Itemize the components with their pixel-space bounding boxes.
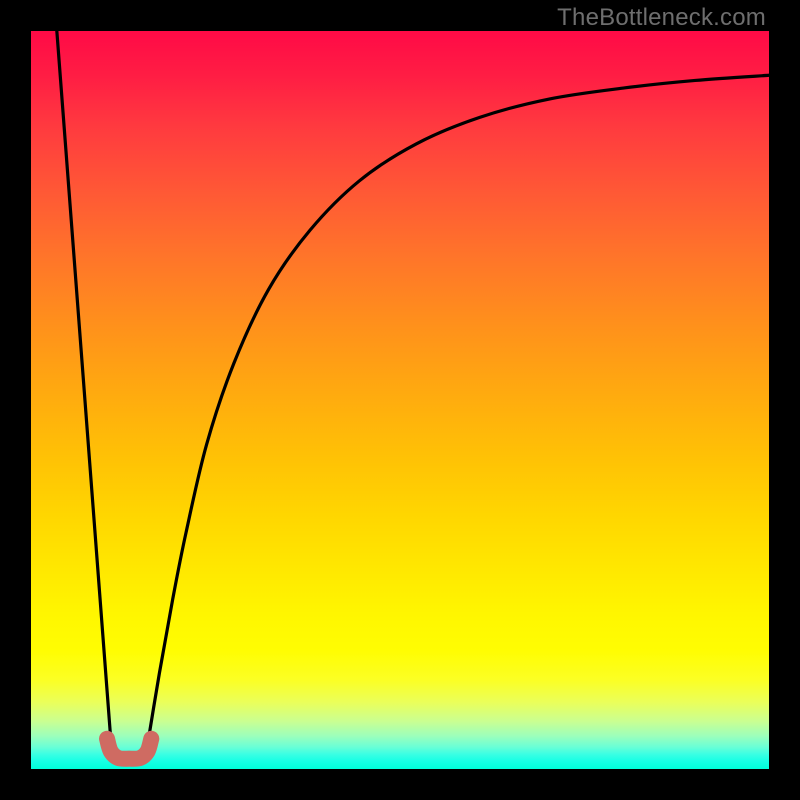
left-line <box>57 31 112 758</box>
trough-marker <box>107 739 151 759</box>
plot-area <box>31 31 769 769</box>
curves-svg <box>31 31 769 769</box>
curve-group <box>57 31 769 759</box>
watermark-text: TheBottleneck.com <box>557 4 766 32</box>
right-curve <box>145 75 769 758</box>
chart-frame: TheBottleneck.com <box>0 0 800 800</box>
